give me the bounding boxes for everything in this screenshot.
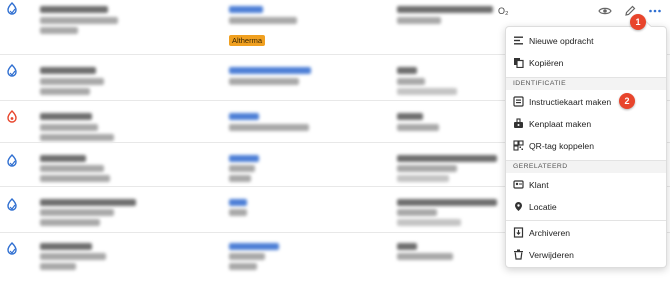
menu-item-location[interactable]: Locatie <box>506 196 666 218</box>
row-detail-blurred <box>40 88 90 95</box>
row-info-suffix: O₂ <box>498 6 509 16</box>
row-info-detail-blurred <box>397 78 425 85</box>
row-info-detail-blurred <box>397 17 441 24</box>
menu-divider <box>506 220 666 221</box>
asset-alert-icon <box>7 110 17 123</box>
row-link-blurred[interactable] <box>229 113 259 120</box>
row-info-blurred <box>397 6 493 13</box>
menu-item-label: Locatie <box>529 202 557 212</box>
row-meta-blurred <box>229 165 255 172</box>
asset-drop-icon <box>7 154 17 167</box>
menu-item-label: QR-tag koppelen <box>529 141 594 151</box>
context-menu: Nieuwe opdracht Kopiëren IDENTIFICATIE I… <box>505 26 667 268</box>
row-meta-blurred <box>229 78 299 85</box>
row-title-blurred <box>40 155 86 162</box>
menu-item-nameplate[interactable]: Kenplaat maken <box>506 113 666 135</box>
row-subtitle-blurred <box>40 124 98 131</box>
row-detail-blurred <box>40 27 78 34</box>
row-link-blurred[interactable] <box>229 199 247 206</box>
row-title-blurred <box>40 243 92 250</box>
row-title-blurred <box>40 67 96 74</box>
row-info-blurred <box>397 155 497 162</box>
menu-item-delete[interactable]: Verwijderen <box>506 244 666 266</box>
menu-item-label: Verwijderen <box>529 250 574 260</box>
row-detail-blurred <box>40 219 100 226</box>
asset-drop-icon <box>7 198 17 211</box>
row-subtitle-blurred <box>40 209 114 216</box>
trash-icon <box>514 249 523 260</box>
menu-item-label: Instructiekaart maken <box>529 97 612 107</box>
menu-section-identification: IDENTIFICATIE <box>506 77 666 90</box>
row-info-extra-blurred <box>397 219 461 226</box>
row-link-blurred[interactable] <box>229 6 263 13</box>
row-subtitle-blurred <box>40 78 104 85</box>
row-title-blurred <box>40 113 92 120</box>
view-eye-icon[interactable] <box>598 4 612 18</box>
row-subtitle-blurred <box>40 17 118 24</box>
row-info-extra-blurred <box>397 175 449 182</box>
row-subtitle-blurred <box>40 165 104 172</box>
row-info-detail-blurred <box>397 124 439 131</box>
row-info-blurred <box>397 243 417 250</box>
row-subtitle-blurred <box>40 253 106 260</box>
row-info-detail-blurred <box>397 253 453 260</box>
step-marker-1: 1 <box>630 14 646 30</box>
menu-item-label: Kopiëren <box>529 58 564 68</box>
menu-item-archive[interactable]: Archiveren <box>506 222 666 244</box>
row-meta-extra-blurred <box>229 263 257 270</box>
step-marker-2: 2 <box>619 93 635 109</box>
customer-card-icon <box>513 180 524 189</box>
menu-item-qr-tag[interactable]: QR-tag koppelen <box>506 135 666 157</box>
menu-item-label: Klant <box>529 180 549 190</box>
menu-item-copy[interactable]: Kopiëren <box>506 52 666 74</box>
row-detail-blurred <box>40 134 114 141</box>
asset-drop-icon <box>7 64 17 77</box>
menu-item-label: Archiveren <box>529 228 571 238</box>
menu-item-label: Kenplaat maken <box>529 119 592 129</box>
row-meta-extra-blurred <box>229 175 251 182</box>
nameplate-icon <box>514 118 523 128</box>
asset-drop-icon <box>7 2 17 15</box>
qr-code-icon <box>513 140 524 151</box>
menu-item-instruction-card[interactable]: Instructiekaart maken <box>506 91 666 113</box>
more-options-icon[interactable] <box>648 4 662 18</box>
row-link-blurred[interactable] <box>229 155 259 162</box>
row-title-blurred <box>40 199 136 206</box>
row-title-blurred <box>40 6 108 13</box>
row-info-blurred <box>397 113 423 120</box>
archive-icon <box>513 227 524 238</box>
row-meta-blurred <box>229 17 297 24</box>
row-meta-blurred <box>229 209 247 216</box>
copy-icon <box>514 58 524 68</box>
instruction-card-icon <box>513 96 524 107</box>
status-badge: Altherma <box>229 35 266 46</box>
row-link-blurred[interactable] <box>229 67 311 74</box>
menu-section-related: GERELATEERD <box>506 160 666 173</box>
row-detail-blurred <box>40 263 76 270</box>
row-meta-blurred <box>229 253 265 260</box>
menu-item-label: Nieuwe opdracht <box>529 36 594 46</box>
row-info-extra-blurred <box>397 88 457 95</box>
asset-drop-icon <box>7 242 17 255</box>
menu-item-customer[interactable]: Klant <box>506 174 666 196</box>
row-info-blurred <box>397 67 417 74</box>
row-info-blurred <box>397 199 497 206</box>
list-icon <box>514 36 523 45</box>
row-info-detail-blurred <box>397 165 457 172</box>
row-info-detail-blurred <box>397 209 437 216</box>
row-meta-blurred <box>229 124 309 131</box>
menu-item-new-order[interactable]: Nieuwe opdracht <box>506 30 666 52</box>
row-link-blurred[interactable] <box>229 243 279 250</box>
location-pin-icon <box>515 202 522 211</box>
row-detail-blurred <box>40 175 110 182</box>
